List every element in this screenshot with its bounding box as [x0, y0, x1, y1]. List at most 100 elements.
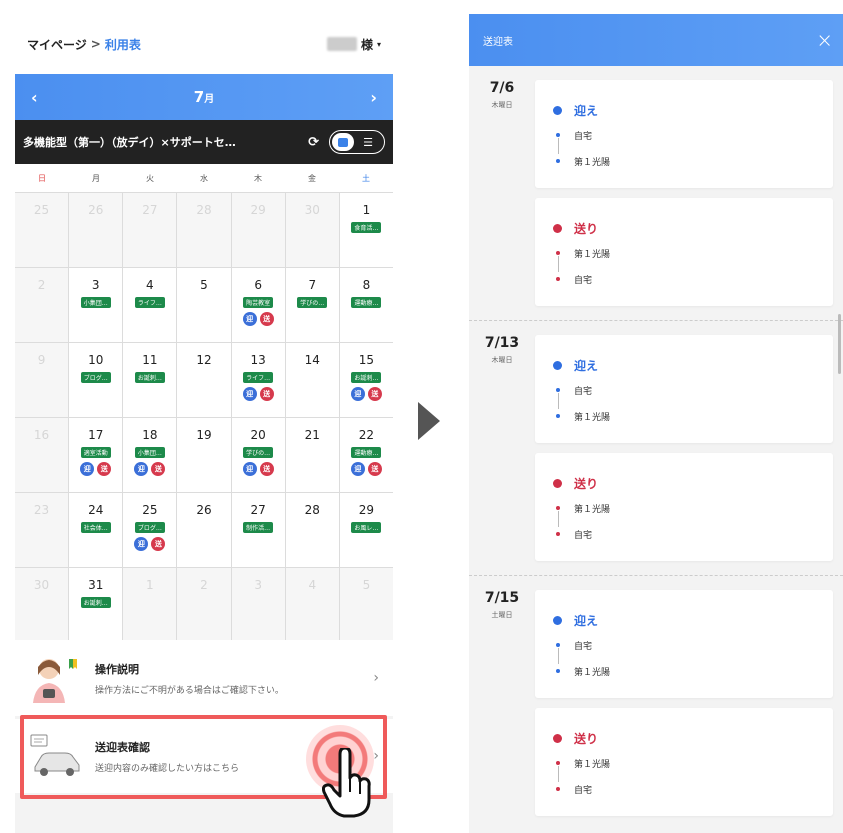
dropoff-card[interactable]: 送り 第１光陽 自宅: [535, 453, 833, 561]
calendar-day[interactable]: 1: [123, 568, 177, 642]
facility-bar: 多機能型（第一）（放デイ）×サポートセ… ⟳ ☰: [15, 120, 393, 164]
trip-route: 自宅 第１光陽: [556, 382, 815, 424]
chevron-right-icon: ›: [373, 670, 379, 686]
activity-tag[interactable]: ブログ…: [134, 522, 165, 533]
calendar-day[interactable]: 10 ブログ…: [69, 343, 123, 417]
stop-dot-icon: [556, 787, 560, 791]
day-number: 29: [250, 203, 266, 217]
calendar-day[interactable]: 16: [15, 418, 69, 492]
pickup-card[interactable]: 迎え 自宅 第１光陽: [535, 590, 833, 698]
calendar-day[interactable]: 27: [123, 193, 177, 267]
activity-tag[interactable]: 運動療…: [351, 447, 382, 458]
activity-tag[interactable]: 適室活動: [80, 447, 111, 458]
activity-tag[interactable]: 制作活…: [243, 522, 274, 533]
facility-name[interactable]: 多機能型（第一）（放デイ）×サポートセ…: [23, 134, 298, 150]
calendar-day[interactable]: 11 お誕刺…: [123, 343, 177, 417]
calendar-day[interactable]: 23: [15, 493, 69, 567]
activity-tag[interactable]: お誕刺…: [134, 372, 165, 383]
calendar-day[interactable]: 28: [285, 493, 339, 567]
activity-tag[interactable]: ライフ…: [243, 372, 274, 383]
calendar-day[interactable]: 4 ライフ…: [123, 268, 177, 342]
weekday-label: 木: [254, 173, 262, 183]
calendar-screen: マイページ > 利用表 様 ▾ ‹ 7月 › 多機能型（第一）（放デイ）×サポー…: [15, 14, 393, 833]
trip-kind: 迎え: [553, 357, 815, 374]
calendar-day[interactable]: 17 適室活動迎送: [69, 418, 123, 492]
calendar-day[interactable]: 5: [177, 268, 231, 342]
calendar-day[interactable]: 2: [15, 268, 69, 342]
transport-badges: 迎送: [350, 462, 382, 476]
activity-tag[interactable]: 食育活…: [351, 222, 382, 233]
close-icon[interactable]: ×: [816, 28, 833, 52]
activity-tag[interactable]: 小集団…: [80, 297, 111, 308]
calendar-day[interactable]: 29: [231, 193, 285, 267]
calendar-day[interactable]: 26: [177, 493, 231, 567]
calendar-day[interactable]: 31 お誕刺…: [69, 568, 123, 642]
calendar-day[interactable]: 9: [15, 343, 69, 417]
calendar-day[interactable]: 20 学びの… 迎送: [231, 418, 285, 492]
stop-dot-icon: [556, 388, 560, 392]
calendar-day[interactable]: 14: [285, 343, 339, 417]
activity-tag[interactable]: 学びの…: [243, 447, 274, 458]
list-icon[interactable]: ☰: [354, 136, 382, 149]
activity-tag[interactable]: お誕刺…: [351, 372, 382, 383]
dropoff-card[interactable]: 送り 第１光陽 自宅: [535, 708, 833, 816]
user-menu[interactable]: 様 ▾: [326, 36, 381, 53]
calendar-day[interactable]: 3: [231, 568, 285, 642]
trip-route: 自宅 第１光陽: [556, 637, 815, 679]
activity-tag[interactable]: ブログ…: [80, 372, 111, 383]
calendar-day[interactable]: 27 制作活…: [231, 493, 285, 567]
calendar-day[interactable]: 28: [177, 193, 231, 267]
activity-tag[interactable]: お誕刺…: [80, 597, 111, 608]
pickup-badge: 迎: [134, 537, 149, 551]
activity-tag[interactable]: 小集団…: [134, 447, 165, 458]
pickup-badge: 迎: [242, 312, 257, 326]
activity-tag[interactable]: 陶芸教室: [243, 297, 274, 308]
calendar-day[interactable]: 29 お風レ…: [339, 493, 393, 567]
calendar-day[interactable]: 30: [15, 568, 69, 642]
next-month-button[interactable]: ›: [370, 88, 377, 107]
activity-tag[interactable]: ライフ…: [134, 297, 165, 308]
calendar-icon[interactable]: [332, 133, 354, 151]
trip-dot-icon: [553, 106, 562, 115]
trip-dot-icon: [553, 224, 562, 233]
calendar-day[interactable]: 1 食育活…: [339, 193, 393, 267]
dropoff-card[interactable]: 送り 第１光陽 自宅: [535, 198, 833, 306]
activity-tag[interactable]: お風レ…: [351, 522, 382, 533]
calendar-day[interactable]: 22 運動療… 迎送: [339, 418, 393, 492]
calendar-day[interactable]: 8 運動療…: [339, 268, 393, 342]
day-number: 25: [33, 203, 50, 217]
view-toggle[interactable]: ☰: [329, 130, 385, 154]
pickup-card[interactable]: 迎え 自宅 第１光陽: [535, 335, 833, 443]
calendar-day[interactable]: 12: [177, 343, 231, 417]
trip-kind: 送り: [553, 475, 815, 492]
calendar-day[interactable]: 24 社会体…: [69, 493, 123, 567]
activity-tag[interactable]: 運動療…: [351, 297, 382, 308]
calendar-day[interactable]: 13 ライフ… 迎送: [231, 343, 285, 417]
route-line: [557, 393, 559, 409]
calendar-day[interactable]: 2: [177, 568, 231, 642]
scrollbar[interactable]: [838, 314, 841, 374]
transport-badges: 迎送: [242, 387, 274, 401]
calendar-day[interactable]: 5: [339, 568, 393, 642]
route-stop: 第１光陽: [556, 500, 815, 516]
breadcrumb-home[interactable]: マイページ: [27, 36, 87, 53]
calendar-day[interactable]: 4: [285, 568, 339, 642]
help-card[interactable]: 操作説明 操作方法にご不明がある場合はご確認下さい。 ›: [15, 640, 393, 716]
calendar-day[interactable]: 26: [69, 193, 123, 267]
calendar-day[interactable]: 3 小集団…: [69, 268, 123, 342]
calendar-day[interactable]: 21: [285, 418, 339, 492]
calendar-day[interactable]: 15 お誕刺… 迎送: [339, 343, 393, 417]
calendar-day[interactable]: 18 小集団… 迎送: [123, 418, 177, 492]
stop-dot-icon: [556, 669, 560, 673]
calendar-day[interactable]: 7 学びの…: [285, 268, 339, 342]
pickup-card[interactable]: 迎え 自宅 第１光陽: [535, 80, 833, 188]
calendar-day[interactable]: 25: [15, 193, 69, 267]
refresh-icon[interactable]: ⟳: [308, 135, 319, 150]
prev-month-button[interactable]: ‹: [31, 88, 38, 107]
calendar-day[interactable]: 6 陶芸教室迎送: [231, 268, 285, 342]
calendar-day[interactable]: 30: [285, 193, 339, 267]
activity-tag[interactable]: 学びの…: [297, 297, 328, 308]
calendar-day[interactable]: 19: [177, 418, 231, 492]
activity-tag[interactable]: 社会体…: [80, 522, 111, 533]
calendar-day[interactable]: 25 ブログ… 迎送: [123, 493, 177, 567]
